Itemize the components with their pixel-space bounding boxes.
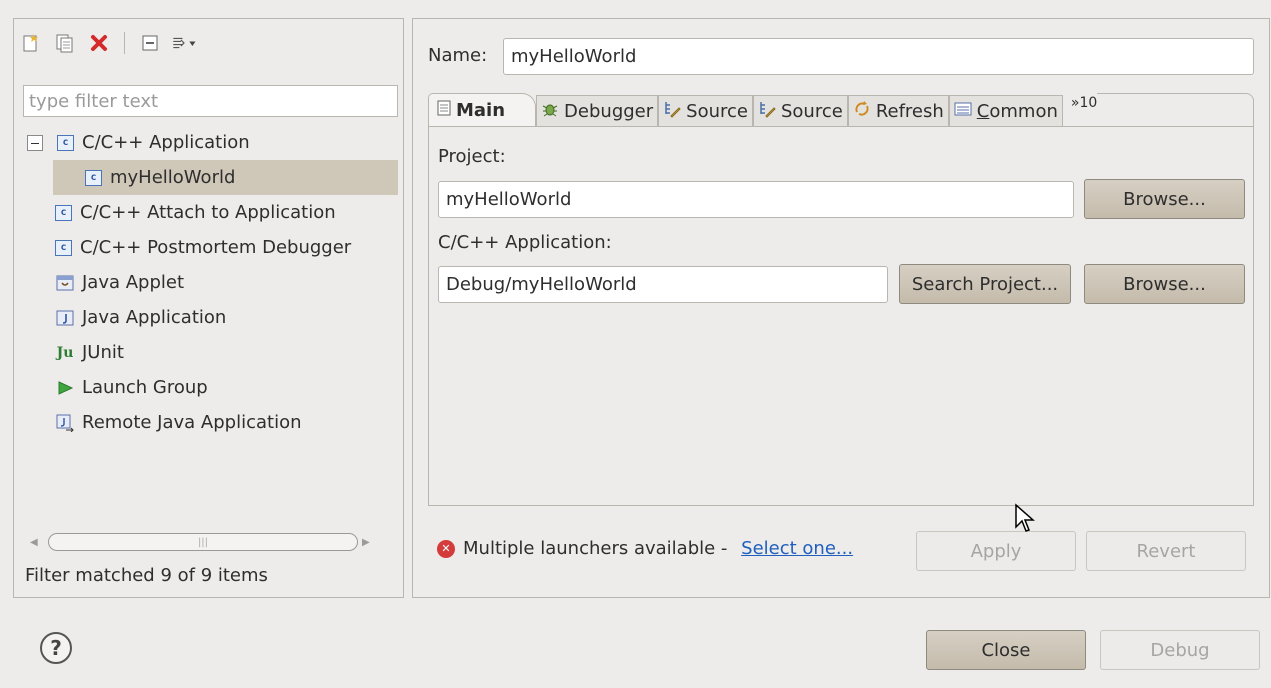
cpp-application-field[interactable] (438, 266, 888, 303)
java-applet-icon (55, 274, 75, 292)
tree-item-cpp-postmortem[interactable]: c C/C++ Postmortem Debugger (23, 230, 398, 265)
error-icon: ✕ (437, 539, 455, 558)
tree-item-label: C/C++ Postmortem Debugger (80, 236, 352, 258)
tab-label: Main (456, 100, 506, 121)
tree-item-cpp-application[interactable]: c C/C++ Application (23, 125, 398, 160)
project-field[interactable] (438, 181, 1074, 218)
tab-refresh[interactable]: Refresh (847, 95, 949, 127)
filter-icon[interactable] (171, 30, 197, 56)
select-launcher-link[interactable]: Select one... (741, 538, 853, 559)
tabs-frame (1097, 93, 1254, 127)
tree-item-java-application[interactable]: Java Application (23, 300, 398, 335)
refresh-icon (853, 100, 871, 123)
junit-icon: Ju (56, 344, 74, 361)
more-tabs-chevron-icon[interactable]: »10 (1063, 95, 1097, 111)
launch-config-toolbar (18, 30, 197, 56)
tree-item-label: C/C++ Attach to Application (80, 201, 336, 223)
c-app-icon: c (85, 169, 102, 186)
tab-label: Source (686, 101, 748, 122)
tree-item-label: Java Application (82, 306, 227, 328)
revert-button[interactable]: Revert (1086, 531, 1246, 571)
config-tabs: Main Debugger Source Source Refresh Comm… (428, 93, 1254, 127)
apply-button[interactable]: Apply (916, 531, 1076, 571)
cpp-application-label: C/C++ Application: (438, 232, 612, 253)
project-label: Project: (438, 146, 506, 167)
scroll-right-icon[interactable]: ▶ (362, 537, 376, 548)
delete-icon[interactable] (86, 30, 112, 56)
tree-item-label: myHelloWorld (110, 166, 236, 188)
source-lookup-icon (758, 100, 776, 123)
help-icon[interactable]: ? (40, 632, 72, 664)
tree-item-myhelloworld[interactable]: c myHelloWorld (53, 160, 398, 195)
tab-source-1[interactable]: Source (658, 95, 753, 127)
common-tab-icon (954, 101, 972, 122)
filter-input[interactable] (23, 85, 398, 117)
launch-group-icon (55, 379, 75, 397)
tab-label: Debugger (564, 101, 654, 122)
status-message: ✕ Multiple launchers available - Select … (437, 538, 853, 559)
collapse-icon[interactable] (27, 134, 43, 151)
c-app-icon: c (55, 204, 72, 221)
debugger-bug-icon (541, 100, 559, 123)
tree-item-label: Java Applet (82, 271, 185, 293)
tree-item-remote-java-application[interactable]: Remote Java Application (23, 405, 398, 440)
horizontal-scrollbar[interactable]: ◀ ||| ▶ (30, 532, 400, 552)
source-lookup-icon (663, 100, 681, 123)
tree-item-java-applet[interactable]: Java Applet (23, 265, 398, 300)
tab-label: Source (780, 101, 843, 122)
filter-status: Filter matched 9 of 9 items (25, 565, 268, 586)
mouse-pointer-icon (1014, 503, 1036, 538)
tree-item-junit[interactable]: Ju JUnit (23, 335, 398, 370)
scrollbar-thumb[interactable]: ||| (48, 533, 358, 551)
new-launch-config-icon[interactable] (18, 30, 44, 56)
close-button[interactable]: Close (926, 630, 1086, 670)
main-tab-icon (437, 100, 451, 121)
toolbar-separator (124, 32, 125, 54)
tab-main[interactable]: Main (428, 93, 537, 127)
tree-item-label: JUnit (82, 341, 124, 363)
name-label: Name: (428, 45, 488, 66)
tab-label: Refresh (875, 101, 944, 122)
tab-label: Common (976, 101, 1058, 122)
java-application-icon (55, 309, 75, 327)
browse-project-button[interactable]: Browse... (1084, 179, 1245, 219)
browse-application-button[interactable]: Browse... (1084, 264, 1245, 304)
tree-item-label: Remote Java Application (82, 411, 302, 433)
tree-item-label: Launch Group (82, 376, 208, 398)
status-text: Multiple launchers available - (463, 538, 734, 559)
c-app-icon: c (57, 134, 74, 151)
tab-common[interactable]: Common (948, 95, 1063, 127)
launch-config-tree: c C/C++ Application c myHelloWorld c C/C… (23, 125, 398, 440)
search-project-button[interactable]: Search Project... (899, 264, 1071, 304)
tab-debugger[interactable]: Debugger (536, 95, 659, 127)
tree-item-launch-group[interactable]: Launch Group (23, 370, 398, 405)
c-app-icon: c (55, 239, 72, 256)
name-input[interactable] (503, 38, 1254, 75)
tree-item-cpp-attach[interactable]: c C/C++ Attach to Application (23, 195, 398, 230)
duplicate-icon[interactable] (52, 30, 78, 56)
tree-item-label: C/C++ Application (82, 131, 250, 153)
tab-source-2[interactable]: Source (752, 95, 848, 127)
collapse-all-icon[interactable] (137, 30, 163, 56)
remote-java-icon (55, 414, 75, 432)
scroll-left-icon[interactable]: ◀ (30, 537, 44, 548)
debug-button[interactable]: Debug (1100, 630, 1260, 670)
